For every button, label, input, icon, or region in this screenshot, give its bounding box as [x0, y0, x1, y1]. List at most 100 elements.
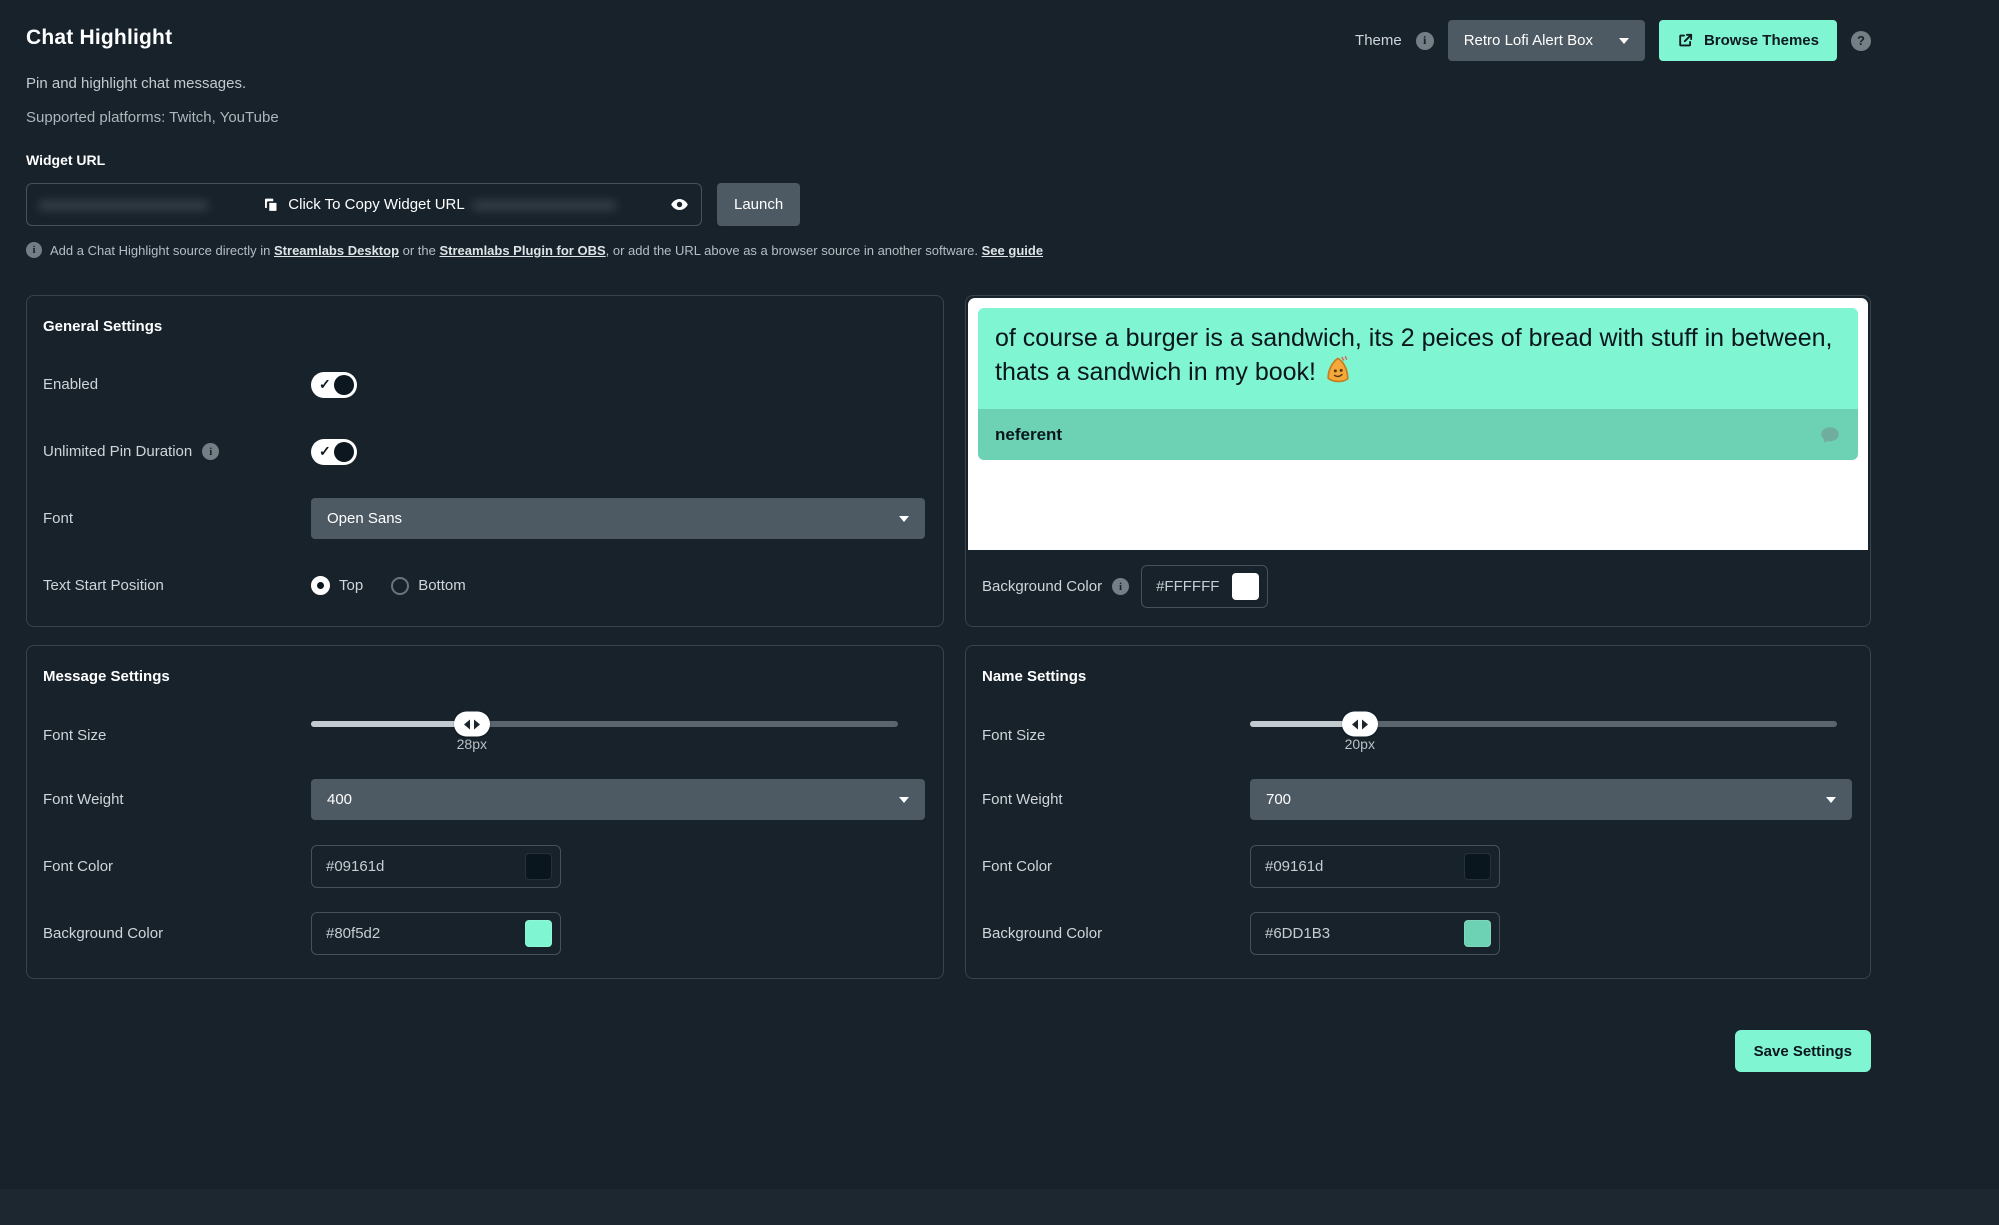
pin-duration-row: Unlimited Pin Duration i ✓ [43, 430, 925, 473]
pin-duration-info-icon[interactable]: i [202, 443, 219, 460]
radio-top-label: Top [339, 577, 363, 594]
theme-info-icon[interactable]: i [1416, 32, 1434, 50]
masked-url-right: xxxxxxxxxxxxxxxxxxxxxx [473, 197, 662, 212]
radio-option-bottom[interactable]: Bottom [391, 577, 466, 595]
save-row: Save Settings [26, 1030, 1871, 1072]
settings-panels: General Settings Enabled ✓ Unlimited Pin… [26, 295, 1871, 979]
browse-themes-button[interactable]: Browse Themes [1659, 20, 1837, 61]
message-font-color-input[interactable]: #09161d [311, 845, 561, 888]
enabled-toggle[interactable]: ✓ [311, 372, 357, 398]
supported-platforms: Supported platforms: Twitch, YouTube [26, 109, 1871, 126]
name-font-color-input[interactable]: #09161d [1250, 845, 1500, 888]
note-prefix: Add a Chat Highlight source directly in [50, 243, 274, 258]
toggle-knob [334, 442, 354, 462]
font-select-value: Open Sans [327, 510, 402, 527]
check-icon: ✓ [319, 442, 331, 459]
help-icon[interactable]: ? [1851, 31, 1871, 51]
font-row: Font Open Sans [43, 497, 925, 540]
name-bg-color-input[interactable]: #6DD1B3 [1250, 912, 1500, 955]
chat-message-text: of course a burger is a sandwich, its 2 … [995, 324, 1833, 386]
see-guide-link[interactable]: See guide [982, 243, 1043, 258]
browse-themes-label: Browse Themes [1704, 32, 1819, 49]
name-font-color-label: Font Color [982, 858, 1250, 875]
preview-bg-info-icon[interactable]: i [1112, 578, 1129, 595]
name-font-weight-row: Font Weight 700 [982, 778, 1852, 821]
name-font-weight-select[interactable]: 700 [1250, 779, 1852, 820]
message-settings-title: Message Settings [43, 668, 925, 685]
slider-track[interactable] [1250, 721, 1837, 727]
name-font-size-row: Font Size 20px [982, 713, 1852, 758]
toggle-knob [334, 375, 354, 395]
arrow-left-icon [1352, 719, 1358, 729]
message-font-size-slider: 28px [311, 713, 898, 758]
font-select[interactable]: Open Sans [311, 498, 925, 539]
font-label-text: Font [43, 510, 73, 527]
chevron-down-icon [1826, 797, 1836, 803]
message-font-weight-value: 400 [327, 791, 352, 808]
message-font-color-row: Font Color #09161d [43, 845, 925, 888]
save-settings-button[interactable]: Save Settings [1735, 1030, 1871, 1072]
widget-url-row: xxxxxxxxxxxxxxxxxxxxxxxxxx Click To Copy… [26, 183, 1871, 226]
font-label: Font [43, 510, 311, 527]
message-bg-color-input[interactable]: #80f5d2 [311, 912, 561, 955]
page-bottom-strip [0, 1189, 1999, 1225]
eye-icon[interactable] [670, 195, 689, 214]
streamlabs-desktop-link[interactable]: Streamlabs Desktop [274, 243, 399, 258]
message-font-weight-select[interactable]: 400 [311, 779, 925, 820]
name-bg-color-label: Background Color [982, 925, 1250, 942]
slider-handle[interactable] [454, 712, 490, 737]
chat-message-bubble: of course a burger is a sandwich, its 2 … [978, 308, 1858, 409]
streamlabs-obs-plugin-link[interactable]: Streamlabs Plugin for OBS [439, 243, 605, 258]
slider-handle[interactable] [1342, 712, 1378, 737]
copy-url-label: Click To Copy Widget URL [288, 196, 464, 213]
note-mid2: , or add the URL above as a browser sour… [606, 243, 982, 258]
preview-bg-color-input[interactable]: #FFFFFF [1141, 565, 1268, 608]
theme-select[interactable]: Retro Lofi Alert Box [1448, 20, 1645, 61]
preview-bg-swatch[interactable] [1232, 573, 1259, 600]
message-bg-color-label: Background Color [43, 925, 311, 942]
name-bg-color-swatch[interactable] [1464, 920, 1491, 947]
chat-name-row: neferent [978, 409, 1858, 460]
preview-panel: of course a burger is a sandwich, its 2 … [965, 295, 1871, 627]
name-bg-color-row: Background Color #6DD1B3 [982, 912, 1852, 955]
message-font-color-swatch[interactable] [525, 853, 552, 880]
pin-duration-toggle[interactable]: ✓ [311, 439, 357, 465]
chat-preview-card: of course a burger is a sandwich, its 2 … [968, 298, 1868, 550]
text-start-position-label-text: Text Start Position [43, 577, 164, 594]
theme-label: Theme [1355, 32, 1402, 49]
preview-background-row: Background Color i #FFFFFF [982, 565, 1268, 608]
text-start-position-options: Top Bottom [311, 576, 466, 595]
slider-fill [311, 721, 472, 727]
widget-url-input[interactable]: xxxxxxxxxxxxxxxxxxxxxxxxxx Click To Copy… [26, 183, 702, 226]
check-icon: ✓ [319, 375, 331, 392]
slider-track[interactable] [311, 721, 898, 727]
enabled-label: Enabled [43, 376, 311, 393]
message-font-weight-label: Font Weight [43, 791, 311, 808]
radio-bottom-label: Bottom [418, 577, 466, 594]
pin-duration-label: Unlimited Pin Duration i [43, 443, 311, 460]
name-font-weight-value: 700 [1266, 791, 1291, 808]
chevron-down-icon [899, 797, 909, 803]
name-font-size-value: 20px [1345, 736, 1375, 752]
header: Chat Highlight Theme i Retro Lofi Alert … [26, 20, 1871, 61]
message-font-size-label: Font Size [43, 727, 311, 744]
name-font-weight-label-text: Font Weight [982, 791, 1063, 808]
message-font-color-label-text: Font Color [43, 858, 113, 875]
chevron-down-icon [899, 516, 909, 522]
name-bg-color-hex: #6DD1B3 [1265, 925, 1330, 942]
copy-url-action[interactable]: Click To Copy Widget URL [262, 196, 464, 214]
settings-page: Chat Highlight Theme i Retro Lofi Alert … [0, 0, 1999, 1072]
name-font-color-swatch[interactable] [1464, 853, 1491, 880]
message-bg-color-swatch[interactable] [525, 920, 552, 947]
external-link-icon [1677, 32, 1694, 49]
theme-controls: Theme i Retro Lofi Alert Box Browse Them… [1355, 20, 1871, 61]
launch-button[interactable]: Launch [717, 183, 800, 226]
name-settings-panel: Name Settings Font Size 20px [965, 645, 1871, 979]
name-font-color-label-text: Font Color [982, 858, 1052, 875]
radio-option-top[interactable]: Top [311, 576, 363, 595]
message-font-color-label: Font Color [43, 858, 311, 875]
name-font-color-row: Font Color #09161d [982, 845, 1852, 888]
info-note-text: Add a Chat Highlight source directly in … [50, 243, 1043, 258]
radio-selected-icon [311, 576, 330, 595]
preview-bg-label: Background Color i [982, 578, 1129, 595]
